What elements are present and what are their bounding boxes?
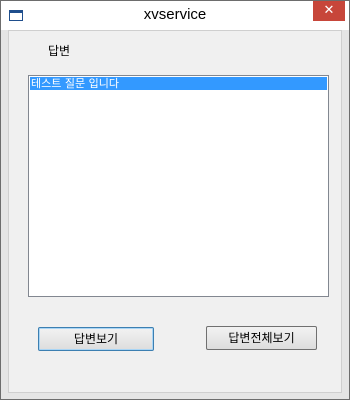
close-icon: ✕: [323, 3, 335, 18]
dialog-client-area: 답변 테스트 질문 입니다 답변보기 답변전체보기: [8, 30, 342, 393]
view-all-answers-button[interactable]: 답변전체보기: [206, 326, 317, 350]
view-answer-button[interactable]: 답변보기: [38, 327, 154, 351]
window-title: xvservice: [143, 6, 207, 23]
list-item[interactable]: 테스트 질문 입니다: [30, 77, 327, 90]
answer-listbox[interactable]: 테스트 질문 입니다: [28, 75, 329, 297]
close-button[interactable]: ✕: [313, 1, 345, 21]
answer-label: 답변: [48, 44, 71, 58]
app-window: xvservice ✕ 답변 테스트 질문 입니다 답변보기 답변전체보기: [0, 0, 350, 400]
title-bar[interactable]: xvservice ✕: [1, 1, 349, 30]
